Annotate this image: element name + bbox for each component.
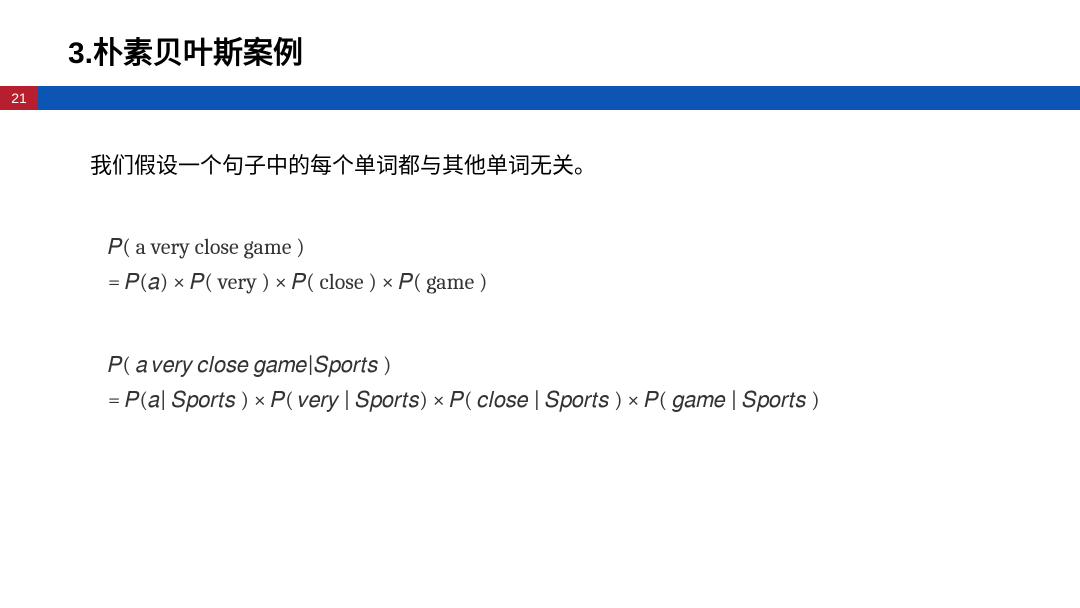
header-blue-bar [38, 86, 1080, 110]
formula-2-line-1: 𝑃( 𝑎 𝑣𝑒𝑟𝑦 𝑐𝑙𝑜𝑠𝑒 𝑔𝑎𝑚𝑒|𝑆𝑝𝑜𝑟𝑡𝑠 ) [108, 348, 820, 383]
slide-heading: 3.朴素贝叶斯案例 [68, 28, 303, 72]
formula-block-2: 𝑃( 𝑎 𝑣𝑒𝑟𝑦 𝑐𝑙𝑜𝑠𝑒 𝑔𝑎𝑚𝑒|𝑆𝑝𝑜𝑟𝑡𝑠 ) = 𝑃(𝑎| 𝑆𝑝𝑜… [108, 348, 820, 418]
page-number: 21 [0, 86, 38, 110]
header-bar: 21 [0, 86, 1080, 110]
intro-text: 我们假设一个句子中的每个单词都与其他单词无关。 [90, 148, 596, 180]
formula-1-line-1: 𝑃( a very close game ) [108, 230, 487, 265]
formula-2-line-2: = 𝑃(𝑎| 𝑆𝑝𝑜𝑟𝑡𝑠 ) × 𝑃( 𝑣𝑒𝑟𝑦 | 𝑆𝑝𝑜𝑟𝑡𝑠) × 𝑃(… [108, 383, 820, 418]
formula-block-1: 𝑃( a very close game ) = 𝑃(𝑎) × 𝑃( very … [108, 230, 487, 300]
formula-1-line-2: = 𝑃(𝑎) × 𝑃( very ) × 𝑃( close ) × 𝑃( gam… [108, 265, 487, 300]
